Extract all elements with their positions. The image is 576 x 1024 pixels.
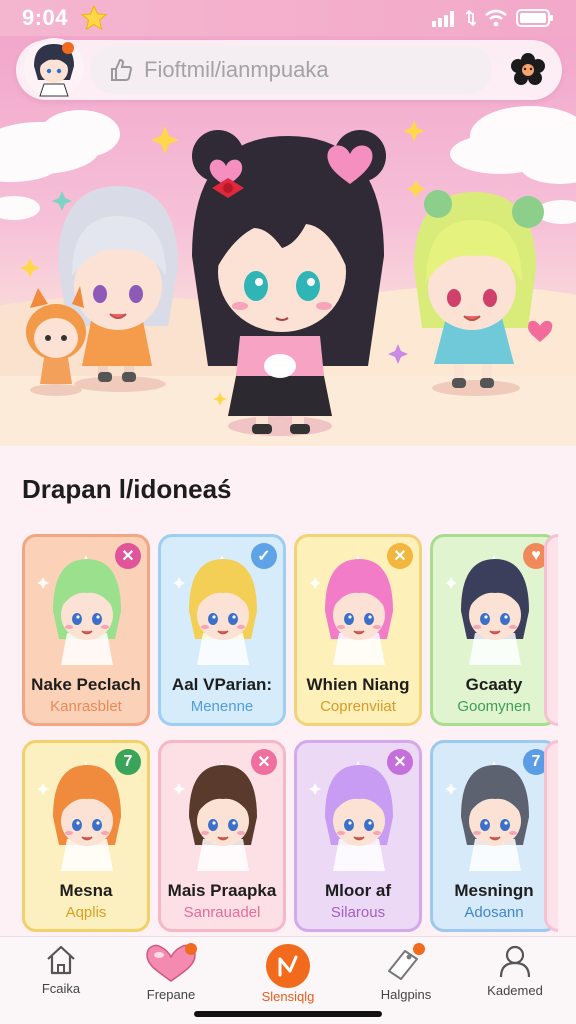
bolt-icon (266, 944, 310, 988)
character-card[interactable]: ✕ Whien Niang Coprenviiat (294, 534, 422, 726)
character-name: Nake Peclach (31, 675, 141, 694)
heart-icon (146, 943, 197, 982)
character-card-peek[interactable] (544, 534, 558, 726)
nav-item-active[interactable]: Slensiqlg (233, 943, 343, 1009)
nav-label-favorites: Frepane (146, 987, 196, 1002)
nav-label-tags: Halgpins (380, 987, 432, 1002)
character-subtitle: Menenne (190, 698, 254, 715)
nav-item-tags[interactable]: Halgpins (351, 943, 461, 1009)
character-card[interactable]: ✕ Mloor af Silarous (294, 740, 422, 932)
thumbs-up-icon (111, 58, 133, 81)
character-subtitle: Coprenviiat (320, 698, 396, 715)
character-subtitle: Silarous (330, 904, 386, 921)
nav-label-profile: Kademed (487, 983, 543, 998)
character-card[interactable]: ✕ Mais Praapka Sanrauadel (158, 740, 286, 932)
search-input[interactable] (144, 57, 474, 83)
character-name: Mais Praapka (167, 881, 277, 900)
character-subtitle: Aqplis (65, 904, 107, 921)
nav-label-active: Slensiqlg (261, 989, 315, 1004)
settings-flower-icon[interactable] (510, 52, 546, 88)
home-indicator[interactable] (194, 1011, 382, 1017)
nav-item-home[interactable]: Fcaika (6, 943, 116, 1009)
character-name: Mesningn (454, 881, 534, 900)
data-arrows-icon (466, 9, 476, 27)
character-name: Mloor af (324, 881, 392, 900)
section-title: Drapan l/idoneaś (22, 474, 232, 504)
tag-icon (388, 943, 425, 980)
character-name: Gcaaty (465, 675, 523, 694)
character-name: Aal VParian: (171, 675, 273, 694)
character-subtitle: Goomynen (457, 698, 531, 715)
status-time: 9:04 (22, 5, 69, 30)
character-subtitle: Adosann (464, 904, 524, 921)
character-name: Mesna (59, 881, 113, 900)
close-badge-icon[interactable]: ✕ (387, 749, 413, 775)
seven-badge-icon[interactable]: 7 (115, 749, 141, 775)
profile-avatar[interactable] (22, 36, 86, 100)
character-card[interactable]: ✕ Nake Peclach Kanrasblet (22, 534, 150, 726)
top-bar (16, 38, 562, 100)
user-icon (499, 945, 531, 978)
signal-icon (432, 11, 454, 27)
character-card[interactable]: ✓ Aal VParian: Menenne (158, 534, 286, 726)
character-card[interactable]: 7 Mesna Aqplis (22, 740, 150, 932)
wifi-icon (485, 9, 507, 27)
character-subtitle: Sanrauadel (183, 904, 261, 921)
home-icon (47, 945, 75, 975)
close-badge-icon[interactable]: ✕ (251, 749, 277, 775)
nav-item-favorites[interactable]: Frepane (116, 943, 226, 1009)
character-card[interactable]: ♥ Gcaaty Goomynen (430, 534, 558, 726)
star-icon (80, 4, 108, 31)
close-badge-icon[interactable]: ✕ (387, 543, 413, 569)
status-bar: 9:04 (0, 0, 576, 36)
character-subtitle: Kanrasblet (50, 698, 122, 715)
nav-label-home: Fcaika (41, 981, 81, 996)
character-name: Whien Niang (306, 675, 410, 694)
character-card-peek[interactable] (544, 740, 558, 932)
search-field[interactable] (90, 46, 492, 94)
character-card[interactable]: 7 Mesningn Adosann (430, 740, 558, 932)
nav-item-profile[interactable]: Kademed (460, 943, 570, 1009)
check-badge-icon[interactable]: ✓ (251, 543, 277, 569)
status-icons (432, 9, 554, 27)
heart-badge-icon[interactable]: ✕ (115, 543, 141, 569)
battery-icon (516, 9, 553, 27)
